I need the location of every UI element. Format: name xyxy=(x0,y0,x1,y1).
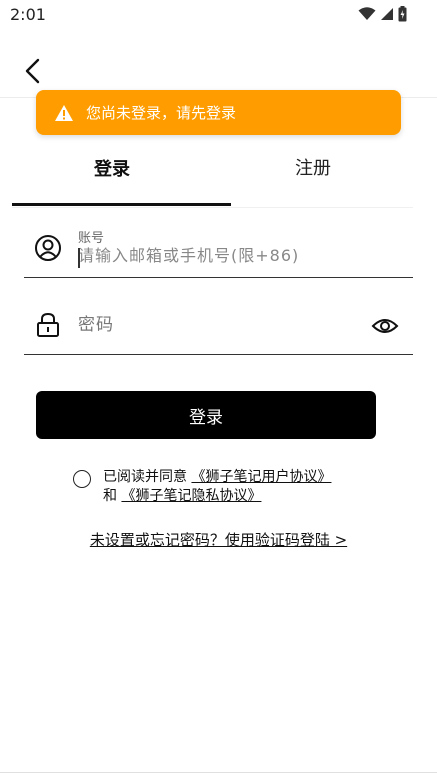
text-caret xyxy=(78,248,80,268)
eye-icon[interactable] xyxy=(371,312,399,340)
account-field: 账号 xyxy=(24,222,413,278)
agree-radio[interactable] xyxy=(73,470,91,488)
status-icons xyxy=(358,6,407,22)
lock-icon xyxy=(37,312,59,337)
auth-tabs: 登录 注册 xyxy=(12,148,413,208)
agreement-line-2: 和 《狮子笔记隐私协议》 xyxy=(103,485,261,505)
password-input[interactable] xyxy=(78,315,398,335)
wifi-icon xyxy=(358,7,376,20)
forgot-password-link[interactable]: 未设置或忘记密码？使用验证码登陆 > xyxy=(0,529,437,550)
chevron-left-icon xyxy=(25,58,40,84)
login-button[interactable]: 登录 xyxy=(36,391,376,439)
toast-message: 您尚未登录，请先登录 xyxy=(86,104,237,122)
bottom-divider xyxy=(0,772,437,773)
agreement-conjunction: 和 xyxy=(103,488,117,504)
tab-login[interactable]: 登录 xyxy=(12,148,212,204)
warning-icon xyxy=(55,104,73,121)
signal-icon xyxy=(381,8,393,20)
privacy-policy-link[interactable]: 《狮子笔记隐私协议》 xyxy=(121,488,261,504)
app-bar xyxy=(0,30,437,98)
password-field xyxy=(24,300,413,355)
login-required-toast: 您尚未登录，请先登录 xyxy=(36,90,401,135)
status-time: 2:01 xyxy=(10,5,46,24)
status-bar: 2:01 xyxy=(0,0,437,30)
tab-indicator xyxy=(12,203,231,206)
user-agreement-link[interactable]: 《狮子笔记用户协议》 xyxy=(191,469,331,485)
account-input[interactable] xyxy=(78,246,398,265)
account-label: 账号 xyxy=(78,231,105,246)
user-icon xyxy=(35,235,61,261)
tab-register[interactable]: 注册 xyxy=(213,148,413,204)
battery-icon xyxy=(398,6,407,22)
agreement-prefix: 已阅读并同意 xyxy=(103,469,187,485)
back-button[interactable] xyxy=(18,56,48,86)
agreement-line-1: 已阅读并同意 《狮子笔记用户协议》 xyxy=(103,466,331,486)
